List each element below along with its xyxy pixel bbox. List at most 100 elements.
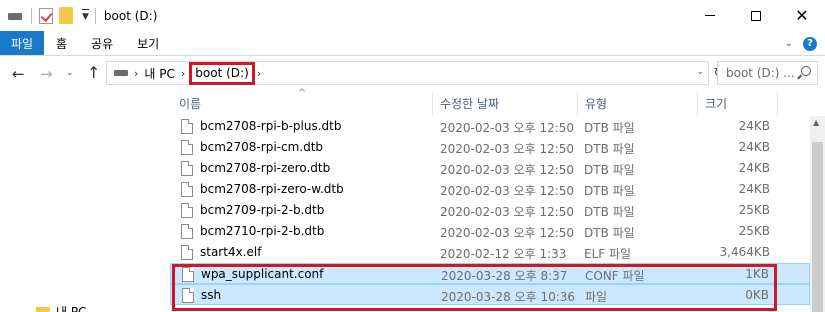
- breadcrumb-chevron-icon[interactable]: ›: [134, 67, 138, 80]
- tab-share[interactable]: 공유: [79, 31, 125, 55]
- breadcrumb-chevron-icon[interactable]: ›: [257, 67, 261, 80]
- properties-icon[interactable]: [39, 7, 53, 24]
- breadcrumb-this-pc[interactable]: 내 PC: [144, 65, 174, 82]
- file-icon: [181, 140, 193, 155]
- file-row-selected[interactable]: wpa_supplicant.conf 2020-03-28 오후 8:37 C…: [170, 263, 810, 284]
- file-date: 2020-02-03 오후 12:50: [440, 142, 575, 156]
- file-type: DTB 파일: [584, 121, 635, 135]
- search-input[interactable]: boot (D:) ...: [717, 61, 818, 85]
- close-icon: ✕: [795, 6, 809, 25]
- tab-view[interactable]: 보기: [125, 31, 171, 55]
- drive-icon: [114, 70, 128, 76]
- forward-arrow-icon[interactable]: →: [40, 65, 53, 83]
- minimize-button[interactable]: [687, 0, 733, 31]
- file-size: 0KB: [745, 288, 769, 302]
- file-type: DTB 파일: [584, 163, 635, 177]
- navpane-item[interactable]: 내 PC: [36, 303, 86, 312]
- file-size: 25KB: [738, 203, 770, 217]
- file-row[interactable]: bcm2708-rpi-cm.dtb 2020-02-03 오후 12:50 D…: [170, 137, 810, 158]
- column-divider[interactable]: [432, 93, 433, 115]
- recent-locations-chevron-icon[interactable]: ⌄: [66, 68, 74, 78]
- file-row[interactable]: bcm2709-rpi-2-b.dtb 2020-02-03 오후 12:50 …: [170, 200, 810, 221]
- file-date: 2020-02-03 오후 12:50: [440, 163, 575, 177]
- file-row[interactable]: start4x.elf 2020-02-12 오후 1:33 ELF 파일 3,…: [170, 242, 810, 263]
- file-date: 2020-02-03 오후 12:50: [440, 121, 575, 135]
- file-icon: [181, 161, 193, 176]
- file-name: bcm2708-rpi-zero-w.dtb: [200, 182, 344, 196]
- file-row[interactable]: bcm2708-rpi-b-plus.dtb 2020-02-03 오후 12:…: [170, 116, 810, 137]
- column-header-name[interactable]: 이름: [179, 95, 201, 111]
- file-row-selected[interactable]: ssh 2020-03-28 오후 10:36 파일 0KB: [170, 284, 810, 305]
- close-button[interactable]: ✕: [779, 0, 825, 31]
- tab-file[interactable]: 파일: [0, 31, 44, 55]
- file-date: 2020-02-03 오후 12:50: [440, 184, 575, 198]
- file-size: 24KB: [738, 119, 770, 133]
- tab-home[interactable]: 홈: [44, 31, 79, 55]
- back-arrow-icon[interactable]: ←: [12, 65, 25, 83]
- drive-icon: [8, 13, 22, 20]
- title-bar: ▼ boot (D:) ✕: [0, 0, 825, 31]
- file-row[interactable]: bcm2710-rpi-2-b.dtb 2020-02-03 오후 12:50 …: [170, 221, 810, 242]
- file-name: bcm2708-rpi-cm.dtb: [200, 140, 324, 154]
- sort-ascending-icon: ^: [298, 88, 307, 99]
- minimize-icon: [705, 15, 715, 16]
- file-icon: [181, 119, 193, 134]
- file-name: bcm2709-rpi-2-b.dtb: [200, 203, 325, 217]
- file-date: 2020-02-03 오후 12:50: [440, 226, 575, 240]
- file-icon: [182, 288, 194, 303]
- column-divider[interactable]: [577, 93, 578, 115]
- window-controls: ✕: [687, 0, 825, 31]
- breadcrumb-current-drive[interactable]: boot (D:): [189, 61, 255, 85]
- file-date: 2020-03-28 오후 10:36: [441, 290, 576, 304]
- file-size: 3,464KB: [719, 245, 770, 259]
- column-header-type[interactable]: 유형: [585, 95, 607, 111]
- address-bar[interactable]: › 내 PC › boot (D:) › ⌄: [106, 61, 709, 85]
- window-title: boot (D:): [103, 8, 158, 23]
- folder-icon: [36, 306, 50, 312]
- file-icon: [181, 203, 193, 218]
- file-name: bcm2710-rpi-2-b.dtb: [200, 224, 325, 238]
- file-type: DTB 파일: [584, 226, 635, 240]
- file-type: DTB 파일: [584, 184, 635, 198]
- help-icon[interactable]: ?: [803, 36, 817, 51]
- new-folder-icon[interactable]: [59, 7, 73, 24]
- column-header-date[interactable]: 수정한 날짜: [440, 95, 499, 111]
- column-headers: ^ 이름 수정한 날짜 유형 크기: [0, 88, 825, 116]
- ribbon-right-controls: ⌄ ?: [785, 31, 817, 56]
- customize-toolbar-arrow-icon[interactable]: ▼: [82, 8, 89, 22]
- file-type: ELF 파일: [584, 247, 632, 261]
- vertical-scrollbar[interactable]: ▲: [810, 116, 825, 312]
- file-icon: [182, 267, 194, 282]
- file-date: 2020-03-28 오후 8:37: [441, 269, 568, 283]
- column-divider[interactable]: [777, 93, 778, 115]
- file-row[interactable]: bcm2708-rpi-zero.dtb 2020-02-03 오후 12:50…: [170, 158, 810, 179]
- title-divider: [94, 7, 96, 24]
- file-row[interactable]: bcm2708-rpi-zero-w.dtb 2020-02-03 오후 12:…: [170, 179, 810, 200]
- file-size: 24KB: [738, 161, 770, 175]
- scroll-up-arrow-icon[interactable]: ▲: [813, 118, 819, 127]
- column-header-size[interactable]: 크기: [705, 95, 727, 111]
- breadcrumb-chevron-icon[interactable]: ›: [181, 67, 185, 80]
- toolbar-divider: [31, 7, 32, 24]
- file-type: DTB 파일: [584, 205, 635, 219]
- address-dropdown-chevron-icon[interactable]: ⌄: [696, 67, 704, 77]
- file-list: bcm2708-rpi-b-plus.dtb 2020-02-03 오후 12:…: [170, 116, 810, 305]
- file-name: wpa_supplicant.conf: [201, 267, 324, 281]
- quick-access-toolbar: ▼: [0, 0, 89, 31]
- file-icon: [181, 224, 193, 239]
- file-size: 25KB: [738, 224, 770, 238]
- up-arrow-icon[interactable]: ↑: [87, 63, 100, 82]
- expand-ribbon-chevron-icon[interactable]: ⌄: [785, 38, 793, 49]
- maximize-icon: [751, 10, 761, 21]
- column-divider[interactable]: [697, 93, 698, 115]
- search-icon: [801, 66, 811, 76]
- file-name: ssh: [201, 288, 222, 302]
- file-date: 2020-02-12 오후 1:33: [440, 247, 567, 261]
- file-size: 1KB: [745, 267, 769, 281]
- file-type: CONF 파일: [585, 269, 645, 283]
- scrollbar-thumb[interactable]: [812, 142, 823, 312]
- maximize-button[interactable]: [733, 0, 779, 31]
- file-icon: [181, 245, 193, 260]
- file-size: 24KB: [738, 182, 770, 196]
- file-icon: [181, 182, 193, 197]
